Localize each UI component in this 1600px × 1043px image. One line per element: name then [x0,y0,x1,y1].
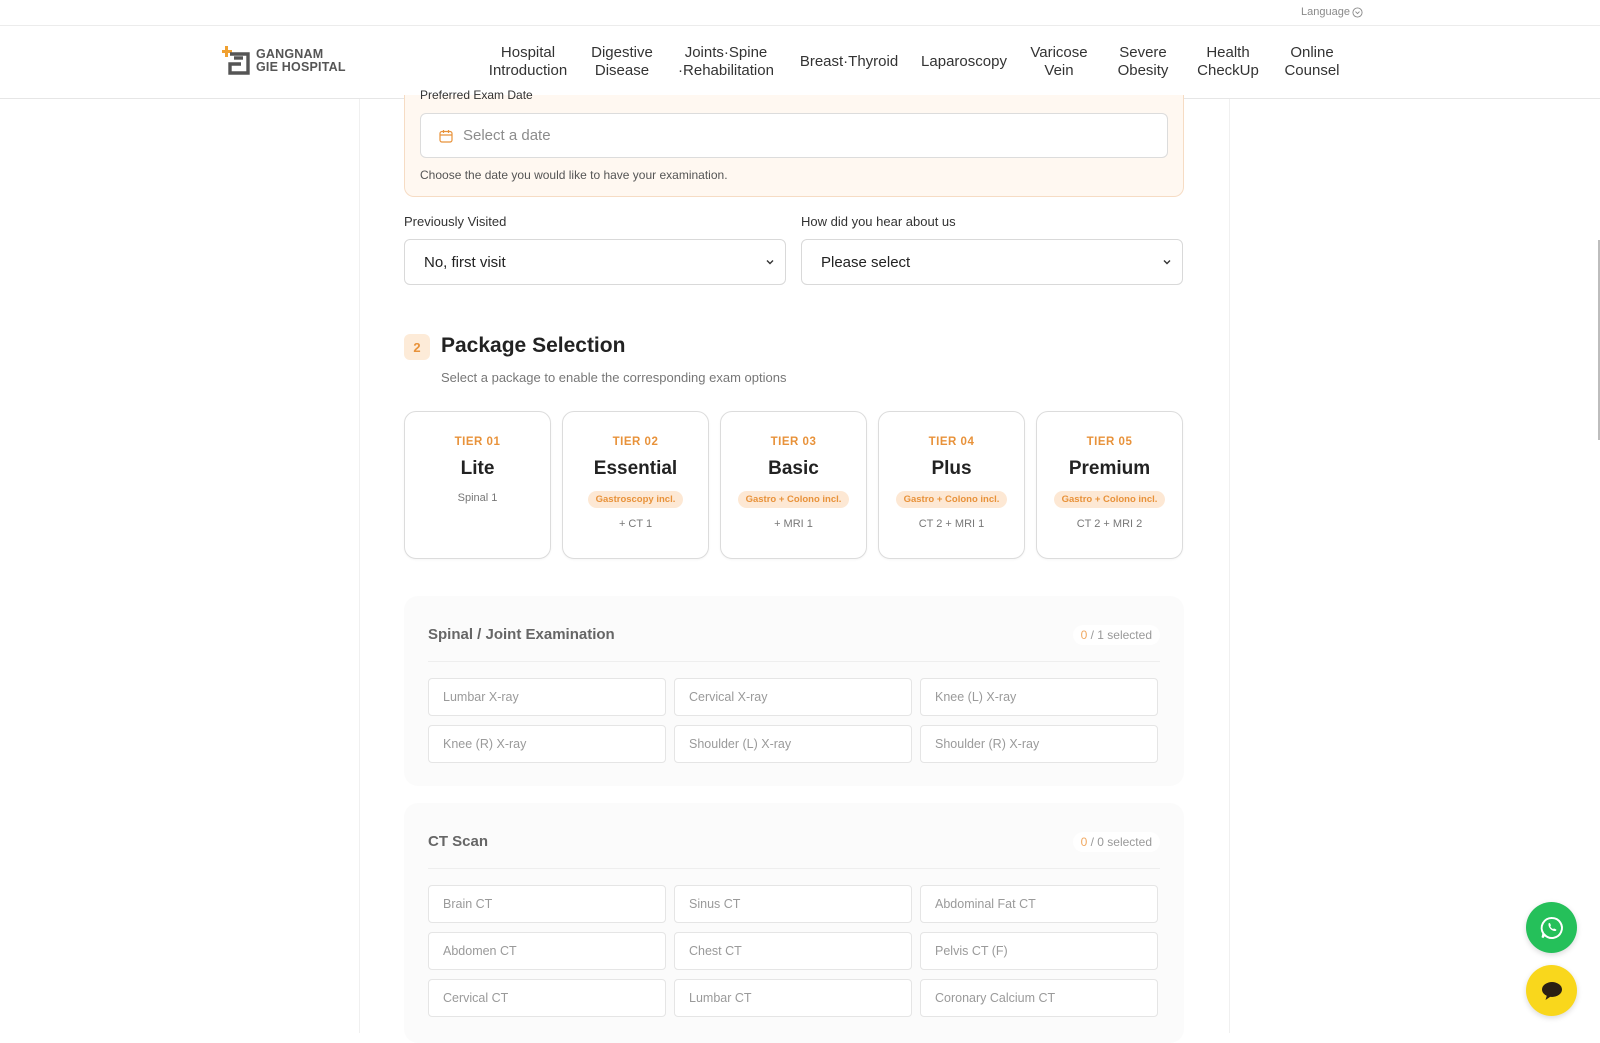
tier-card-basic[interactable]: TIER 03 Basic Gastro + Colono incl. + MR… [720,411,867,559]
package-selection-title: Package Selection [441,334,626,357]
nav-breast-thyroid[interactable]: Breast·Thyroid [786,53,912,71]
nav-joints-spine-rehabilitation[interactable]: Joints·Spine ·Rehabilitation [666,44,786,80]
tier-name: Basic [768,458,819,479]
package-tier-list: TIER 01 Lite Spinal 1 TIER 02 Essential … [404,411,1183,559]
calendar-icon [439,129,453,143]
spinal-joint-exam-group: Spinal / Joint Examination 0 / 1 selecte… [404,596,1184,786]
exam-date-help-text: Choose the date you would like to have y… [420,168,728,182]
tier-badge: Gastro + Colono incl. [737,491,850,508]
nav-hospital-introduction[interactable]: Hospital Introduction [478,44,578,80]
tier-card-essential[interactable]: TIER 02 Essential Gastroscopy incl. + CT… [562,411,709,559]
referral-select[interactable]: Please select [801,239,1183,285]
tier-extra: + MRI 1 [774,518,813,530]
tier-extra: CT 2 + MRI 1 [918,518,985,530]
option-brain-ct[interactable]: Brain CT [428,885,666,923]
tier-name: Plus [931,458,972,479]
option-lumbar-xray[interactable]: Lumbar X-ray [428,678,666,716]
tier-name: Lite [460,458,495,479]
previously-visited-select[interactable]: No, first visit [404,239,786,285]
option-knee-right-xray[interactable]: Knee (R) X-ray [428,725,666,763]
nav-severe-obesity[interactable]: Severe Obesity [1102,44,1184,80]
option-coronary-calcium-ct[interactable]: Coronary Calcium CT [920,979,1158,1017]
chevron-circle-down-icon [1352,6,1363,18]
option-shoulder-left-xray[interactable]: Shoulder (L) X-ray [674,725,912,763]
nav-varicose-vein[interactable]: Varicose Vein [1016,44,1102,80]
selected-count-rest: / 0 selected [1087,835,1152,849]
selection-counter: 0 / 1 selected [1072,625,1160,645]
nav-laparoscopy[interactable]: Laparoscopy [912,53,1016,71]
chat-bubble-icon [1541,981,1562,1000]
chat-button[interactable] [1526,965,1577,1016]
option-abdomen-ct[interactable]: Abdomen CT [428,932,666,970]
option-sinus-ct[interactable]: Sinus CT [674,885,912,923]
tier-card-premium[interactable]: TIER 05 Premium Gastro + Colono incl. CT… [1036,411,1183,559]
ct-option-grid: Brain CT Sinus CT Abdominal Fat CT Abdom… [428,885,1158,1017]
divider [428,661,1160,662]
option-chest-ct[interactable]: Chest CT [674,932,912,970]
tier-code: TIER 04 [928,436,975,448]
tier-badge: Gastro + Colono incl. [1053,491,1166,508]
option-knee-left-xray[interactable]: Knee (L) X-ray [920,678,1158,716]
tier-extra: CT 2 + MRI 2 [1076,518,1143,530]
option-abdominal-fat-ct[interactable]: Abdominal Fat CT [920,885,1158,923]
language-selector[interactable]: Language [1301,6,1363,18]
tier-code: TIER 05 [1086,436,1133,448]
hospital-logo[interactable]: GANGNAM GIE HOSPITAL [222,46,346,76]
whatsapp-icon [1540,916,1563,939]
nav-digestive-disease[interactable]: Digestive Disease [578,44,666,80]
chevron-down-icon [766,260,774,265]
option-cervical-xray[interactable]: Cervical X-ray [674,678,912,716]
nav-health-checkup[interactable]: Health CheckUp [1184,44,1272,80]
group-title: CT Scan [428,833,489,850]
tier-code: TIER 03 [770,436,817,448]
site-header: GANGNAM GIE HOSPITAL Hospital Introducti… [0,26,1600,99]
referral-label: How did you hear about us [801,214,956,229]
logo-mark-icon [222,46,250,75]
tier-extra: + CT 1 [618,518,653,530]
group-title: Spinal / Joint Examination [428,626,615,643]
divider [428,868,1160,869]
tier-code: TIER 01 [454,436,501,448]
tier-card-plus[interactable]: TIER 04 Plus Gastro + Colono incl. CT 2 … [878,411,1025,559]
nav-online-counsel[interactable]: Online Counsel [1272,44,1352,80]
main-navigation: Hospital Introduction Digestive Disease … [478,44,1352,80]
spinal-option-grid: Lumbar X-ray Cervical X-ray Knee (L) X-r… [428,678,1158,763]
logo-text: GANGNAM GIE HOSPITAL [256,48,346,74]
selected-count-rest: / 1 selected [1087,628,1152,642]
previously-visited-value: No, first visit [424,253,506,271]
tier-card-lite[interactable]: TIER 01 Lite Spinal 1 [404,411,551,559]
exam-date-input[interactable]: Select a date [420,113,1168,158]
tier-name: Premium [1068,458,1151,479]
referral-value: Please select [821,253,911,271]
tier-name: Essential [593,458,678,479]
option-shoulder-right-xray[interactable]: Shoulder (R) X-ray [920,725,1158,763]
language-label: Language [1301,6,1350,18]
tier-extra: Spinal 1 [457,492,498,504]
option-cervical-ct[interactable]: Cervical CT [428,979,666,1017]
selection-counter: 0 / 0 selected [1072,832,1160,852]
option-lumbar-ct[interactable]: Lumbar CT [674,979,912,1017]
logo-line2: GIE HOSPITAL [256,60,346,74]
top-utility-bar: Language [0,0,1600,26]
ct-scan-group: CT Scan 0 / 0 selected Brain CT Sinus CT… [404,803,1184,1043]
tier-badge: Gastroscopy incl. [587,491,684,508]
previously-visited-label: Previously Visited [404,214,507,229]
step-number-badge: 2 [404,334,430,360]
whatsapp-button[interactable] [1526,902,1577,953]
tier-code: TIER 02 [612,436,659,448]
chevron-down-icon [1163,260,1171,265]
exam-date-placeholder: Select a date [463,127,551,144]
option-pelvis-ct-f[interactable]: Pelvis CT (F) [920,932,1158,970]
package-selection-subtitle: Select a package to enable the correspon… [441,370,787,385]
exam-date-label: Preferred Exam Date [420,89,533,99]
tier-badge: Gastro + Colono incl. [895,491,1008,508]
